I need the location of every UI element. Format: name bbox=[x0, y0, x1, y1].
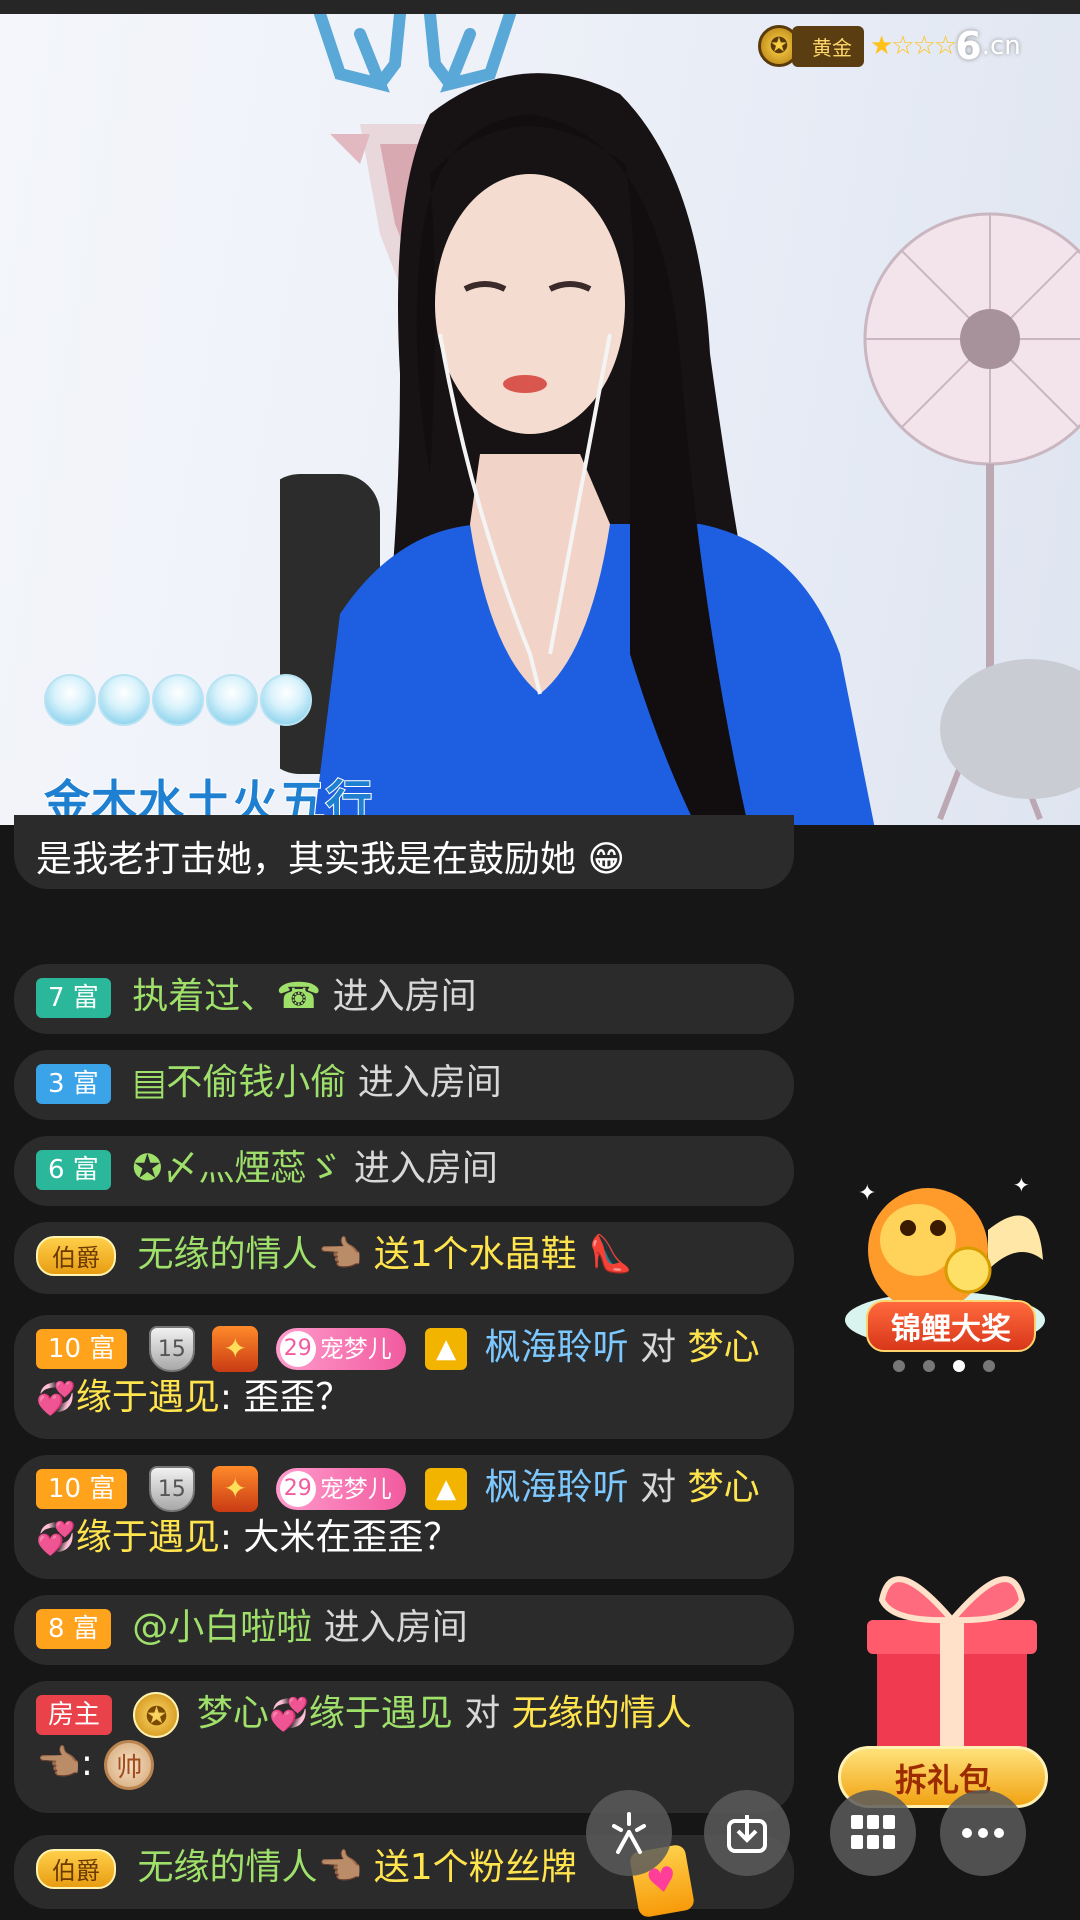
enter-room-text: 进入房间 bbox=[332, 976, 477, 1017]
username[interactable]: 枫海聆听 bbox=[485, 1467, 629, 1508]
carousel-dot bbox=[923, 1360, 935, 1372]
svg-text:✦: ✦ bbox=[1013, 1173, 1030, 1197]
wealth-badge: 8 富 bbox=[36, 1609, 111, 1649]
bubble-decoration bbox=[44, 674, 312, 726]
username[interactable]: 枫海聆听 bbox=[485, 1327, 629, 1368]
chat-message[interactable]: 3 富 ▤不偷钱小偷 进入房间 bbox=[14, 1050, 794, 1120]
fan-club-name: 宠梦儿 bbox=[319, 1475, 392, 1503]
apps-grid-button[interactable] bbox=[830, 1790, 916, 1876]
noble-badge: 伯爵 bbox=[36, 1849, 116, 1889]
enter-room-text: 进入房间 bbox=[357, 1062, 502, 1103]
carousel-dot bbox=[983, 1360, 995, 1372]
enter-room-text: 进入房间 bbox=[353, 1148, 498, 1189]
user-avatar-icon: ▲ bbox=[425, 1468, 468, 1510]
chat-message[interactable]: 10 富 15 ✦ 29 宠梦儿 ▲ 枫海聆听 对 梦心 💞缘于遇见: 歪歪？ bbox=[14, 1315, 794, 1439]
crystal-shoe-icon: 👠 bbox=[588, 1234, 633, 1275]
live-video[interactable]: ✪ 黄金 ★☆☆☆ 6 .cn 金木水土火五行 bbox=[0, 14, 1080, 825]
more-button[interactable] bbox=[940, 1790, 1026, 1876]
wealth-badge: 10 富 bbox=[36, 1469, 128, 1509]
fan-club-tag: 29 宠梦儿 bbox=[275, 1468, 406, 1510]
hearts-icon: 💞 bbox=[36, 1379, 76, 1417]
site-logo: 6 bbox=[955, 24, 982, 68]
wealth-badge: 7 富 bbox=[36, 978, 111, 1018]
pointing-hand-icon: 👈🏽: bbox=[36, 1743, 93, 1784]
gift-box-icon: ✦ bbox=[212, 1326, 259, 1372]
username[interactable]: 无缘的情人👈🏽 bbox=[137, 1847, 362, 1888]
chat-message: 是我老打击她，其实我是在鼓励她 😁 bbox=[14, 815, 794, 889]
bubble-icon bbox=[98, 674, 150, 726]
chat-message[interactable]: 房主 ✪ 梦心💞缘于遇见 对 无缘的情人 👈🏽: 帅 bbox=[14, 1681, 794, 1813]
message-text: : 大米在歪歪？ bbox=[219, 1517, 460, 1558]
username-suffix: 缘于遇见 bbox=[308, 1693, 453, 1734]
guard-shield-icon: 15 bbox=[148, 1466, 195, 1512]
status-bar bbox=[0, 0, 1080, 14]
username[interactable]: @小白啦啦 bbox=[132, 1607, 312, 1648]
anchor-level-badge[interactable]: ✪ 黄金 ★☆☆☆ 6 .cn bbox=[758, 24, 1021, 68]
download-icon bbox=[727, 1815, 767, 1853]
download-button[interactable] bbox=[704, 1790, 790, 1876]
guard-shield-icon: 15 bbox=[148, 1326, 195, 1372]
gift-box-icon: ✦ bbox=[212, 1466, 259, 1512]
hearts-icon: 💞 bbox=[36, 1519, 76, 1557]
target-user[interactable]: 无缘的情人 bbox=[512, 1693, 692, 1734]
target-user[interactable]: 梦心 bbox=[688, 1327, 760, 1368]
host-badge: 房主 bbox=[36, 1695, 113, 1735]
chat-message[interactable]: 7 富 执着过、☎ 进入房间 bbox=[14, 964, 794, 1034]
more-dots-icon bbox=[962, 1828, 1004, 1838]
username[interactable]: 无缘的情人👈🏽 bbox=[137, 1234, 362, 1275]
carousel-dot bbox=[893, 1360, 905, 1372]
fan-club-tag: 29 宠梦儿 bbox=[275, 1328, 406, 1370]
username[interactable]: 梦心 bbox=[197, 1693, 269, 1734]
site-logo-suffix: .cn bbox=[981, 31, 1021, 61]
hearts-icon: 💞 bbox=[268, 1695, 309, 1733]
wealth-badge: 10 富 bbox=[36, 1329, 128, 1369]
bubble-icon bbox=[44, 674, 96, 726]
chat-message[interactable]: 8 富 @小白啦啦 进入房间 bbox=[14, 1595, 794, 1665]
chat-message[interactable]: 10 富 15 ✦ 29 宠梦儿 ▲ 枫海聆听 对 梦心 💞缘于遇见: 大米在歪… bbox=[14, 1455, 794, 1579]
star-coin-icon: ✪ bbox=[133, 1692, 180, 1738]
username[interactable]: ✪〆灬煙蕊ゞ bbox=[132, 1148, 342, 1189]
username[interactable]: 执着过、☎ bbox=[132, 976, 321, 1017]
rank-label: 黄金 bbox=[792, 25, 864, 67]
heart-icon: 29 bbox=[279, 1471, 316, 1507]
bubble-icon bbox=[260, 674, 312, 726]
bubble-icon bbox=[152, 674, 204, 726]
chess-piece-icon: 帅 bbox=[104, 1740, 155, 1790]
grid-icon bbox=[851, 1815, 895, 1849]
gift-text: 送1个粉丝牌 bbox=[373, 1847, 577, 1888]
carousel-dots bbox=[893, 1360, 995, 1372]
to-text: 对 bbox=[640, 1467, 677, 1508]
message-text: 是我老打击她，其实我是在鼓励她 bbox=[36, 839, 577, 880]
username[interactable]: ▤不偷钱小偷 bbox=[132, 1062, 346, 1103]
message-text: : 歪歪？ bbox=[219, 1377, 352, 1418]
streamer-figure bbox=[280, 73, 875, 825]
wealth-badge: 3 富 bbox=[36, 1064, 111, 1104]
enter-room-text: 进入房间 bbox=[323, 1607, 468, 1648]
target-user-suffix: 缘于遇见 bbox=[75, 1377, 220, 1418]
koi-prize-label[interactable]: 锦鲤大奖 bbox=[866, 1300, 1036, 1352]
share-button[interactable] bbox=[586, 1790, 672, 1876]
to-text: 对 bbox=[464, 1693, 501, 1734]
wealth-badge: 6 富 bbox=[36, 1150, 111, 1190]
carousel-dot-active bbox=[953, 1360, 965, 1372]
chat-message[interactable]: 6 富 ✪〆灬煙蕊ゞ 进入房间 bbox=[14, 1136, 794, 1206]
target-user[interactable]: 梦心 bbox=[688, 1467, 760, 1508]
heart-icon: 29 bbox=[279, 1331, 316, 1367]
user-avatar-icon: ▲ bbox=[425, 1328, 468, 1370]
gift-text: 送1个水晶鞋 bbox=[373, 1234, 577, 1275]
grin-emoji-icon: 😁 bbox=[587, 839, 625, 880]
noble-badge: 伯爵 bbox=[36, 1236, 116, 1276]
fan-club-name: 宠梦儿 bbox=[319, 1335, 392, 1363]
target-user-suffix: 缘于遇见 bbox=[75, 1517, 220, 1558]
bubble-icon bbox=[206, 674, 258, 726]
svg-text:✦: ✦ bbox=[858, 1181, 876, 1206]
to-text: 对 bbox=[640, 1327, 677, 1368]
spark-share-icon bbox=[612, 1812, 646, 1854]
chat-message[interactable]: 伯爵 无缘的情人👈🏽 送1个水晶鞋 👠 bbox=[14, 1222, 794, 1294]
star-rating: ★☆☆☆ bbox=[870, 31, 957, 61]
